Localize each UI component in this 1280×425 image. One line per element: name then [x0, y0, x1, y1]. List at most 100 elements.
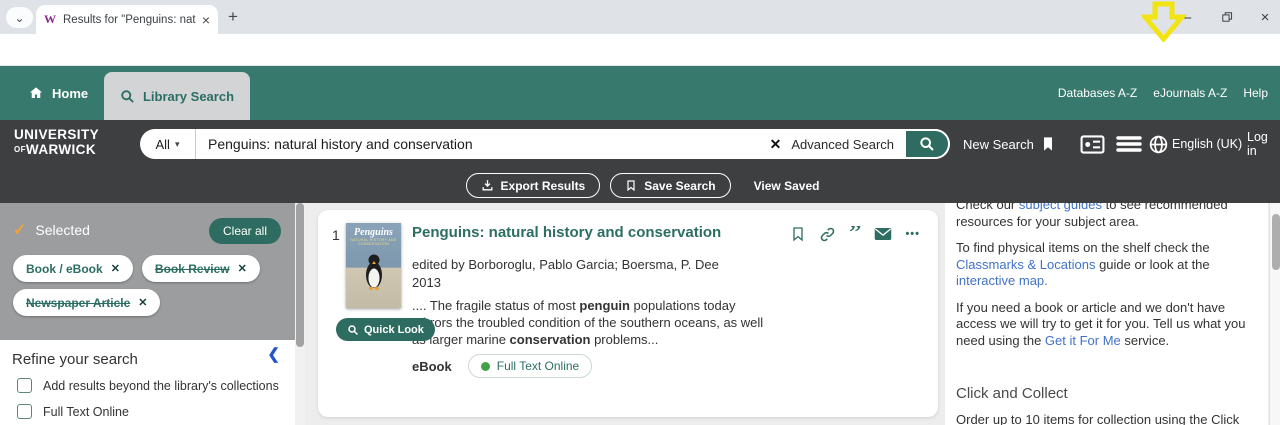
save-search-label: Save Search [644, 178, 716, 193]
bookmark-icon [627, 180, 635, 192]
library-card-icon [1080, 134, 1105, 154]
help-paragraph-1: Check our subject guides to see recommen… [956, 203, 1258, 230]
search-result-card: 1 Penguins NATURAL HISTORY AND CONSERVAT… [318, 210, 938, 417]
remove-filter-icon[interactable]: ✕ [238, 262, 247, 275]
tab-search-button[interactable]: ⌄ [6, 7, 33, 28]
login-link[interactable]: Log in [1247, 120, 1280, 168]
chevron-down-icon: ⌄ [14, 10, 25, 25]
library-help-panel: Check our subject guides to see recommen… [945, 203, 1268, 425]
search-submit-button[interactable] [904, 129, 950, 159]
home-tab[interactable]: Home [28, 66, 88, 120]
home-label: Home [52, 85, 89, 101]
citation-card-button[interactable] [1080, 120, 1105, 168]
quick-look-button[interactable]: Quick Look [336, 318, 435, 341]
menu-button[interactable] [1116, 120, 1142, 168]
scope-label: All [155, 136, 170, 152]
search-bar: All ▾ ✕ Advanced Search [140, 129, 950, 159]
classmarks-locations-link[interactable]: Classmarks & Locations [956, 257, 1095, 272]
clear-search-icon[interactable]: ✕ [770, 136, 782, 153]
help-paragraph-2: To find physical items on the shelf chec… [956, 240, 1210, 288]
remove-filter-icon[interactable]: ✕ [138, 296, 147, 309]
new-tab-button[interactable]: + [228, 7, 238, 27]
window-restore-button[interactable] [1212, 0, 1242, 34]
sidebar-scrollbar[interactable] [295, 203, 305, 425]
checkbox-beyond-collections[interactable] [17, 378, 32, 393]
help-link[interactable]: Help [1243, 86, 1268, 100]
permalink-icon[interactable] [819, 226, 836, 243]
search-icon [121, 89, 134, 103]
book-cover-thumbnail[interactable]: Penguins NATURAL HISTORY AND CONSERVATIO… [346, 223, 401, 308]
tab-close-icon[interactable]: × [202, 12, 210, 28]
remove-filter-icon[interactable]: ✕ [111, 262, 120, 275]
result-year: 2013 [412, 275, 441, 290]
scope-dropdown[interactable]: All ▾ [140, 129, 196, 159]
university-logo: UNIVERSITY OFWARWICK [14, 127, 100, 159]
caret-down-icon: ▾ [174, 138, 180, 149]
site-header: Home Library Search Databases A-Z eJourn… [0, 66, 1280, 120]
language-button[interactable] [1148, 120, 1169, 168]
availability-dot [480, 361, 490, 371]
library-search-tab[interactable]: Library Search [104, 72, 250, 120]
window-close-button[interactable]: × [1250, 0, 1280, 34]
checkbox-full-text-online[interactable] [17, 404, 32, 419]
format-label: eBook [412, 358, 452, 374]
logo-of: OF [14, 145, 26, 155]
scrollbar-thumb[interactable] [296, 203, 304, 347]
filter-pill-book-ebook[interactable]: Book / eBook ✕ [13, 255, 133, 282]
refine-panel: Refine your search ❮ Add results beyond … [0, 340, 295, 425]
restore-icon [1222, 12, 1233, 22]
result-number: 1 [332, 227, 340, 243]
save-search-button[interactable]: Save Search [610, 173, 731, 198]
warwick-favicon-icon: W [44, 12, 56, 26]
search-header: UNIVERSITY OFWARWICK All ▾ ✕ Advanced Se… [0, 120, 1280, 168]
browser-tab[interactable]: W Results for "Penguins: natural hi × [36, 5, 218, 34]
selected-heading: Selected [35, 222, 90, 238]
email-icon[interactable] [874, 227, 892, 241]
get-it-for-me-link[interactable]: Get it For Me [1045, 333, 1121, 348]
subject-guides-link[interactable]: subject guides [1019, 203, 1102, 212]
tab-strip: ⌄ W Results for "Penguins: natural hi × … [0, 0, 1280, 34]
filter-pill-newspaper-article[interactable]: Newspaper Article ✕ [13, 289, 161, 316]
library-search-label: Library Search [142, 88, 235, 104]
logo-line2: WARWICK [25, 142, 96, 158]
view-saved-link[interactable]: View Saved [754, 179, 820, 193]
interactive-map-link[interactable]: interactive map. [956, 273, 1048, 288]
language-label[interactable]: English (UK) [1172, 120, 1242, 168]
refine-heading: Refine your search [12, 351, 138, 368]
result-snippet: .... The fragile status of most penguin … [412, 298, 764, 347]
result-title-link[interactable]: Penguins: natural history and conservati… [412, 224, 721, 241]
click-and-collect-heading: Click and Collect [956, 385, 1068, 402]
more-options-icon[interactable]: ••• [905, 228, 920, 240]
checkbox-label: Add results beyond the library's collect… [43, 378, 279, 393]
saved-items-button[interactable] [1040, 120, 1056, 168]
save-bookmark-icon[interactable] [790, 225, 806, 243]
globe-icon [1149, 135, 1168, 153]
search-input[interactable] [196, 136, 760, 152]
search-icon [920, 137, 934, 151]
advanced-search-link[interactable]: Advanced Search [791, 137, 894, 152]
collapse-sidebar-icon[interactable]: ❮ [267, 345, 280, 363]
ejournals-az-link[interactable]: eJournals A-Z [1153, 86, 1227, 100]
page-scrollbar[interactable] [1269, 203, 1280, 425]
annotation-arrow-icon [1142, 1, 1186, 42]
hamburger-icon [1116, 136, 1142, 152]
clear-all-button[interactable]: Clear all [208, 218, 281, 244]
help-paragraph-4: Order up to 10 items for collection usin… [956, 411, 1240, 425]
penguin-image [365, 254, 382, 290]
logo-line1: UNIVERSITY [14, 127, 100, 142]
export-results-label: Export Results [500, 178, 586, 193]
scrollbar-thumb[interactable] [1272, 214, 1280, 270]
databases-az-link[interactable]: Databases A-Z [1058, 86, 1137, 100]
citation-icon[interactable]: ” [849, 226, 862, 242]
preview-icon [348, 324, 359, 335]
filter-pill-book-review[interactable]: Book Review ✕ [141, 255, 260, 282]
selected-filters-panel: ✓ Selected Clear all Book / eBook ✕ Book… [0, 203, 295, 340]
new-search-link[interactable]: New Search [963, 120, 1034, 168]
browser-window: ⌄ W Results for "Penguins: natural hi × … [0, 0, 1280, 425]
export-results-button[interactable]: Export Results [465, 173, 601, 198]
tab-title: Results for "Penguins: natural hi [63, 13, 196, 26]
result-byline: edited by Borboroglu, Pablo Garcia; Boer… [412, 257, 719, 272]
check-icon: ✓ [13, 222, 27, 239]
help-paragraph-3: If you need a book or article and we don… [956, 299, 1246, 348]
full-text-online-badge[interactable]: Full Text Online [467, 354, 593, 378]
